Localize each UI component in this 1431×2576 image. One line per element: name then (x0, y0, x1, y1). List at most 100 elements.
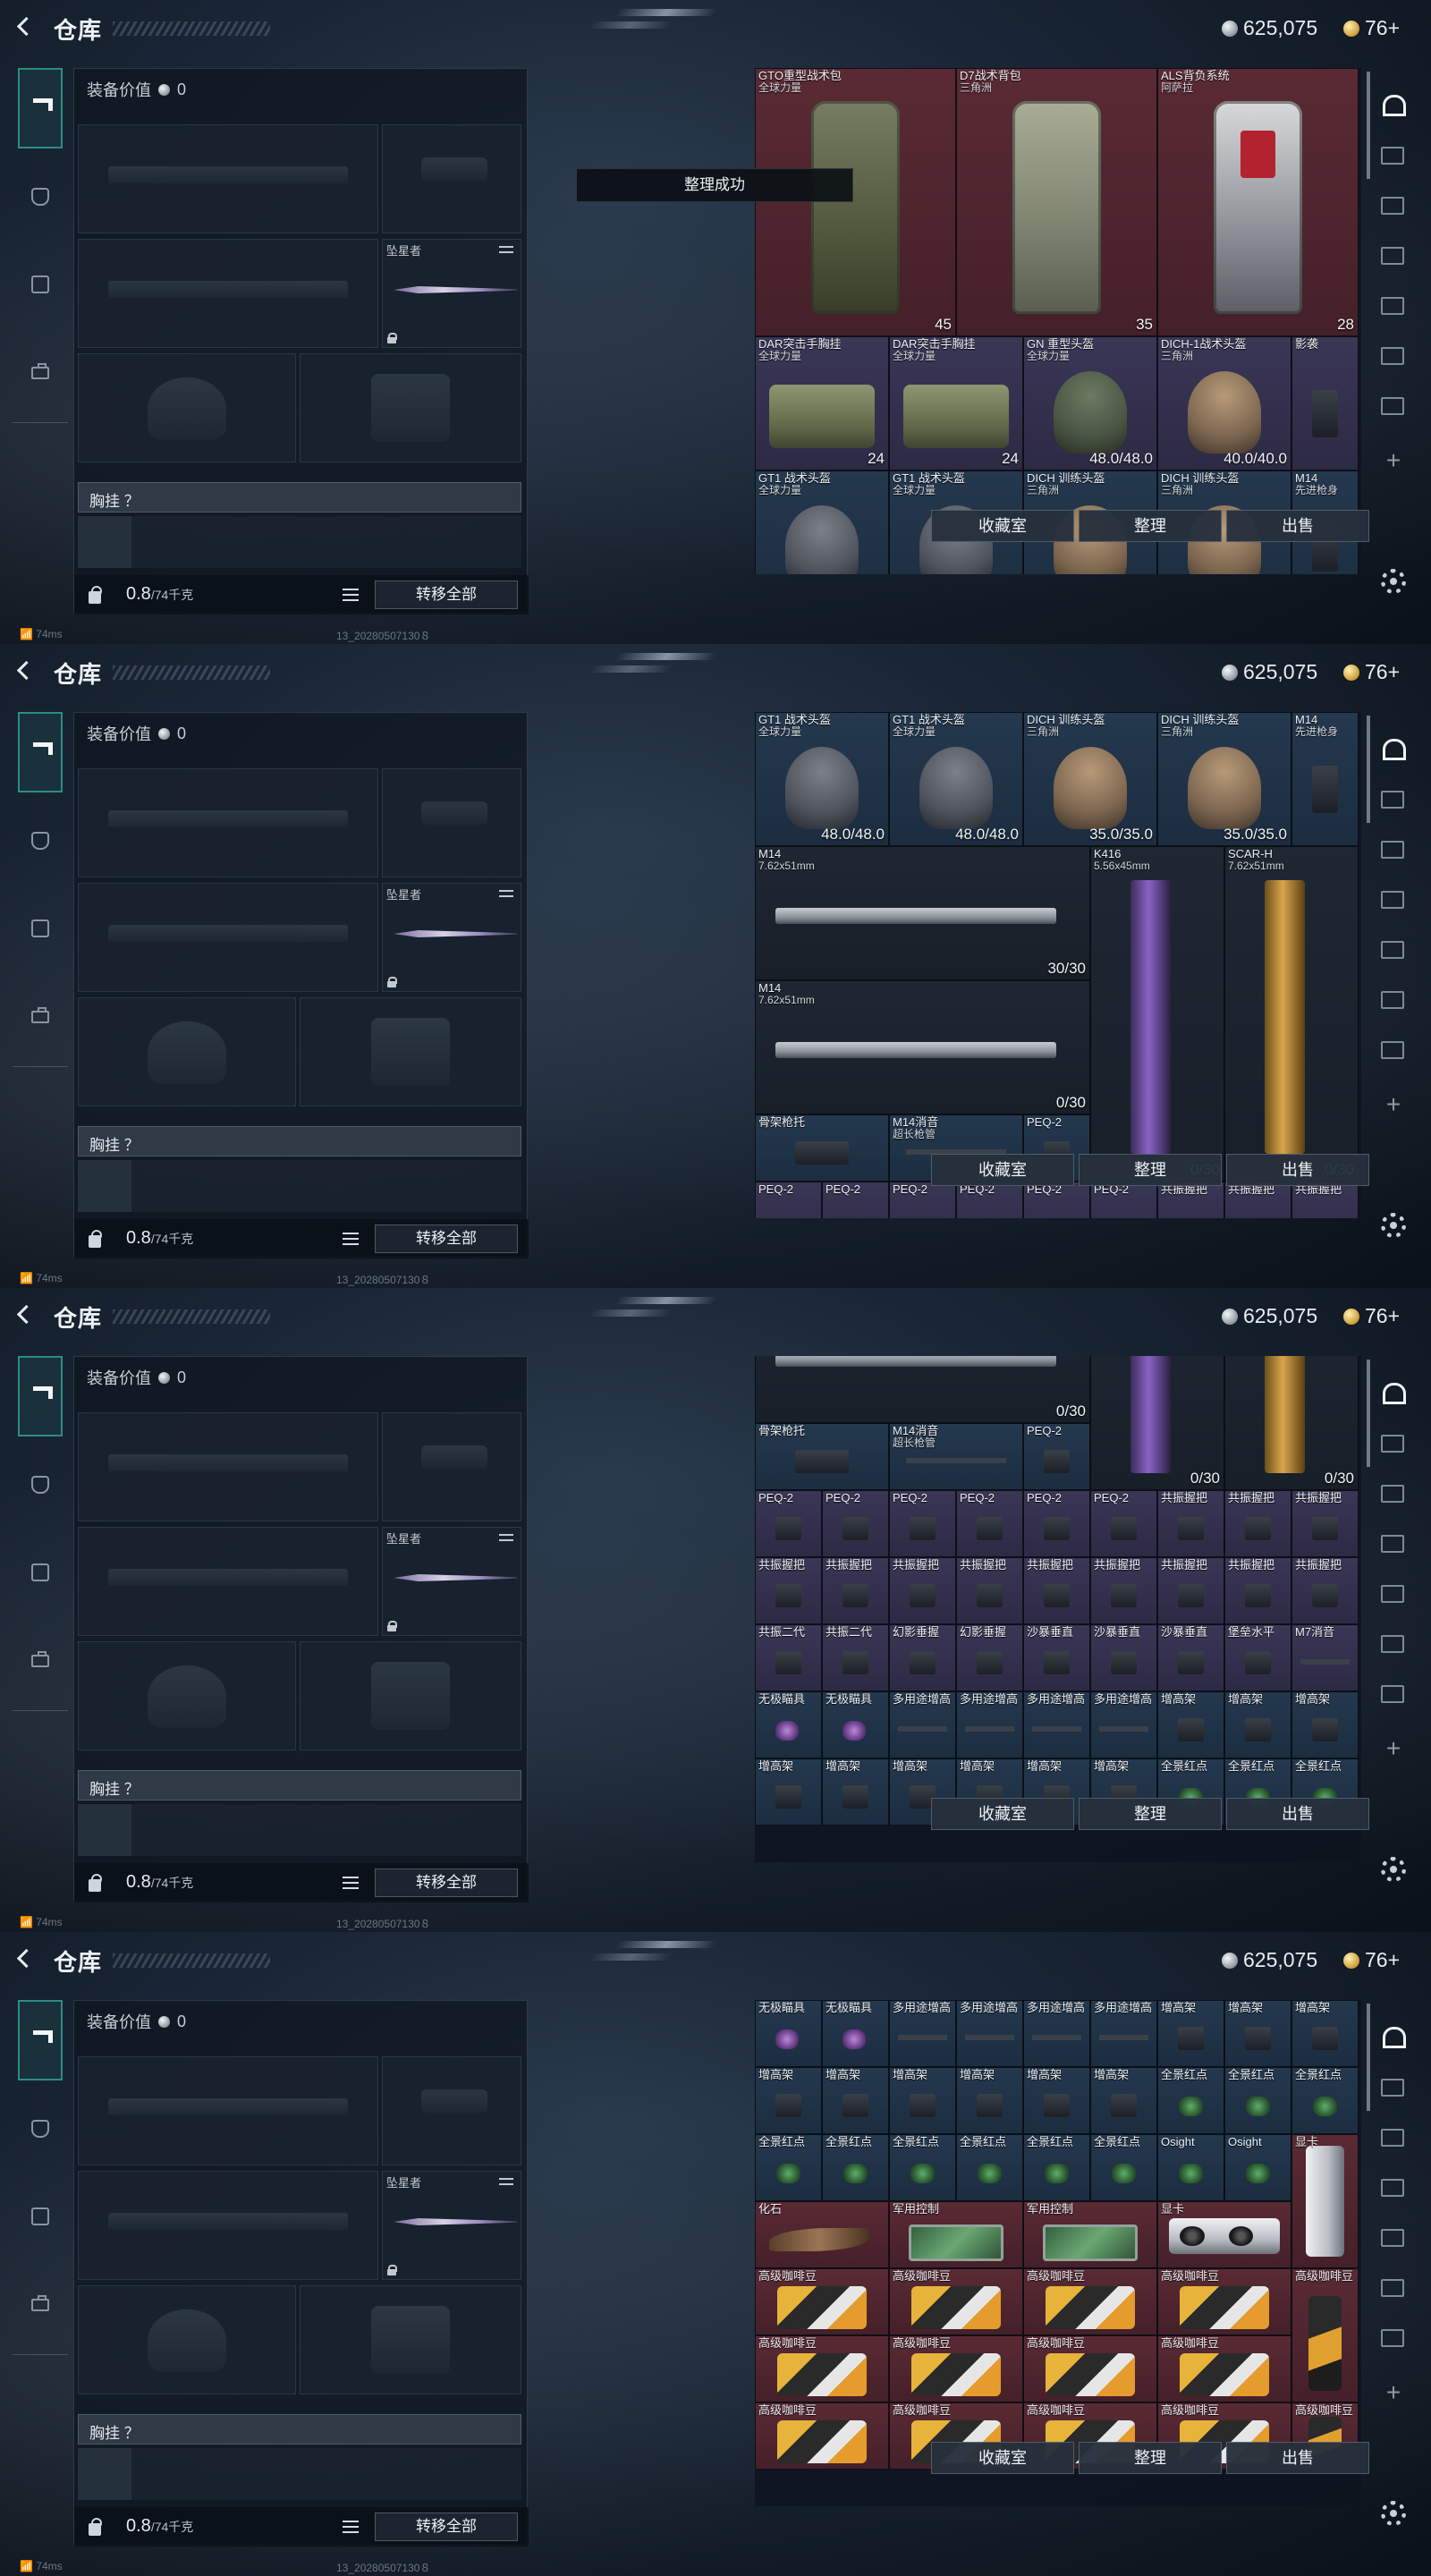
inventory-item[interactable]: PEQ-2 (1023, 1490, 1090, 1557)
gold-currency[interactable]: 76+ (1343, 660, 1400, 684)
inventory-item[interactable]: 共振握把 (755, 1557, 822, 1624)
inventory-item[interactable]: 全景红点 (755, 2134, 822, 2201)
storage-tab[interactable] (1372, 1029, 1415, 1072)
inventory-item[interactable]: 高级咖啡豆 (755, 2335, 889, 2402)
inventory-item[interactable]: Osight (1157, 2134, 1224, 2201)
inventory-item[interactable]: 无极瞄具 (755, 1691, 822, 1758)
inventory-item[interactable]: 共振握把 (1023, 1557, 1090, 1624)
swap-icon[interactable] (499, 2175, 515, 2188)
sidearm-slot[interactable] (382, 2056, 521, 2165)
melee-slot[interactable]: 坠星者 (382, 2171, 521, 2280)
inventory-item[interactable]: M14 7.62x51mm 30/30 (755, 846, 1090, 980)
sidearm-slot[interactable] (382, 768, 521, 877)
primary-weapon-slot[interactable] (78, 1412, 378, 1521)
tab-backpack[interactable] (18, 2267, 63, 2347)
inventory-item[interactable]: 高级咖啡豆 (755, 2268, 889, 2335)
secondary-weapon-slot[interactable] (78, 239, 378, 348)
helmet-slot[interactable] (78, 1641, 296, 1750)
inventory-item[interactable]: 增高架 (889, 2067, 956, 2134)
tab-chest-rig[interactable] (18, 247, 63, 327)
storage-tab[interactable] (1372, 2166, 1415, 2209)
inventory-item[interactable]: 共振二代 (755, 1624, 822, 1691)
inventory-item[interactable]: DICH-1战术头盔 三角洲 40.0/40.0 (1157, 336, 1291, 470)
back-arrow-icon[interactable] (13, 658, 36, 682)
inventory-item[interactable]: PEQ-2 (1090, 1490, 1157, 1557)
secondary-weapon-slot[interactable] (78, 883, 378, 992)
inventory-item[interactable]: 共振握把 (1157, 1490, 1224, 1557)
storage-tab[interactable] (1372, 134, 1415, 177)
gold-currency[interactable]: 76+ (1343, 1948, 1400, 1972)
sell-button[interactable]: 出售 (1226, 1798, 1369, 1830)
inventory-item[interactable]: GT1 战术头盔全球力量 48.0/48.0 (889, 712, 1023, 846)
chest-rig-header[interactable]: 胸挂 ？ (78, 482, 521, 513)
inventory-item[interactable]: 多用途增高 (889, 2000, 956, 2067)
inventory-item[interactable]: Osight (1224, 2134, 1291, 2201)
add-storage-button[interactable]: + (1372, 1084, 1415, 1127)
chest-rig-header[interactable]: 胸挂 ？ (78, 1126, 521, 1157)
sell-button[interactable]: 出售 (1226, 2442, 1369, 2474)
tab-chest-rig[interactable] (18, 891, 63, 971)
tab-backpack[interactable] (18, 335, 63, 415)
list-icon[interactable] (343, 589, 359, 601)
inventory-item[interactable]: 骨架枪托 (755, 1423, 889, 1490)
swap-icon[interactable] (499, 243, 515, 256)
helmet-slot[interactable] (78, 353, 296, 462)
back-arrow-icon[interactable] (13, 1302, 36, 1326)
inventory-item[interactable]: 全景红点 (956, 2134, 1023, 2201)
inventory-item[interactable]: M7消音 (1291, 1624, 1359, 1691)
list-icon[interactable] (343, 1233, 359, 1245)
storage-tab[interactable] (1372, 1422, 1415, 1465)
tab-weapons[interactable] (18, 1356, 63, 1436)
inventory-item[interactable]: 全景红点 (1224, 2067, 1291, 2134)
tab-weapons[interactable] (18, 2000, 63, 2080)
inventory-item[interactable]: 全景红点 (1157, 2067, 1224, 2134)
chest-rig-header[interactable]: 胸挂 ？ (78, 2414, 521, 2445)
helmet-slot[interactable] (78, 997, 296, 1106)
sort-button[interactable]: 整理 (1079, 1154, 1222, 1186)
inventory-item[interactable]: PEQ-2 (889, 1490, 956, 1557)
tab-weapons[interactable] (18, 68, 63, 148)
storage-tab[interactable] (1372, 1472, 1415, 1515)
storage-tab[interactable] (1372, 828, 1415, 871)
inventory-item[interactable]: DICH 训练头盔三角洲 35.0/35.0 (1023, 712, 1157, 846)
inventory-item[interactable]: PEQ-2 (956, 1490, 1023, 1557)
inventory-item[interactable]: 共振握把 (1224, 1490, 1291, 1557)
storage-tab[interactable] (1372, 2066, 1415, 2109)
inventory-item[interactable]: 幻影垂握 (889, 1624, 956, 1691)
tab-armor[interactable] (18, 803, 63, 884)
inventory-item[interactable]: 高级咖啡豆 (1291, 2268, 1359, 2402)
inventory-item[interactable]: 增高架 (822, 2067, 889, 2134)
primary-weapon-slot[interactable] (78, 2056, 378, 2165)
inventory-item[interactable]: PEQ-2 (1090, 1182, 1157, 1218)
inventory-item[interactable]: PEQ-2 (755, 1182, 822, 1218)
gold-currency[interactable]: 76+ (1343, 1304, 1400, 1328)
warehouse-home-tab[interactable] (1372, 84, 1415, 127)
tab-backpack[interactable] (18, 979, 63, 1059)
tab-chest-rig[interactable] (18, 2179, 63, 2259)
list-icon[interactable] (343, 2521, 359, 2533)
storage-tab[interactable] (1372, 1522, 1415, 1565)
inventory-item[interactable]: 全景红点 (1291, 2067, 1359, 2134)
add-storage-button[interactable]: + (1372, 1728, 1415, 1771)
inventory-item[interactable]: PEQ-2 (822, 1182, 889, 1218)
warehouse-scrollbar[interactable] (1367, 1360, 1370, 1467)
storage-tab[interactable] (1372, 979, 1415, 1021)
warehouse-scrollbar[interactable] (1367, 72, 1370, 179)
storage-tab[interactable] (1372, 335, 1415, 377)
inventory-item[interactable]: PEQ-2 (1023, 1423, 1090, 1490)
inventory-item[interactable]: 无极瞄具 (822, 1691, 889, 1758)
warehouse-scrollbar[interactable] (1367, 2004, 1370, 2111)
gold-currency[interactable]: 76+ (1343, 16, 1400, 40)
storage-tab[interactable] (1372, 2116, 1415, 2159)
storage-tab[interactable] (1372, 184, 1415, 227)
inventory-item[interactable]: 0/30 (1224, 1356, 1359, 1490)
inventory-item[interactable]: 高级咖啡豆 (755, 2402, 889, 2470)
inventory-item[interactable]: GT1 战术头盔全球力量 48.0/48.0 (755, 712, 889, 846)
sell-button[interactable]: 出售 (1226, 510, 1369, 542)
primary-weapon-slot[interactable] (78, 768, 378, 877)
inventory-item[interactable]: 增高架 (755, 2067, 822, 2134)
armor-slot[interactable] (300, 1641, 521, 1750)
melee-slot[interactable]: 坠星者 (382, 239, 521, 348)
inventory-item[interactable]: 多用途增高 (1023, 1691, 1090, 1758)
inventory-item[interactable]: ALS背负系统 阿萨拉 28 (1157, 68, 1359, 336)
